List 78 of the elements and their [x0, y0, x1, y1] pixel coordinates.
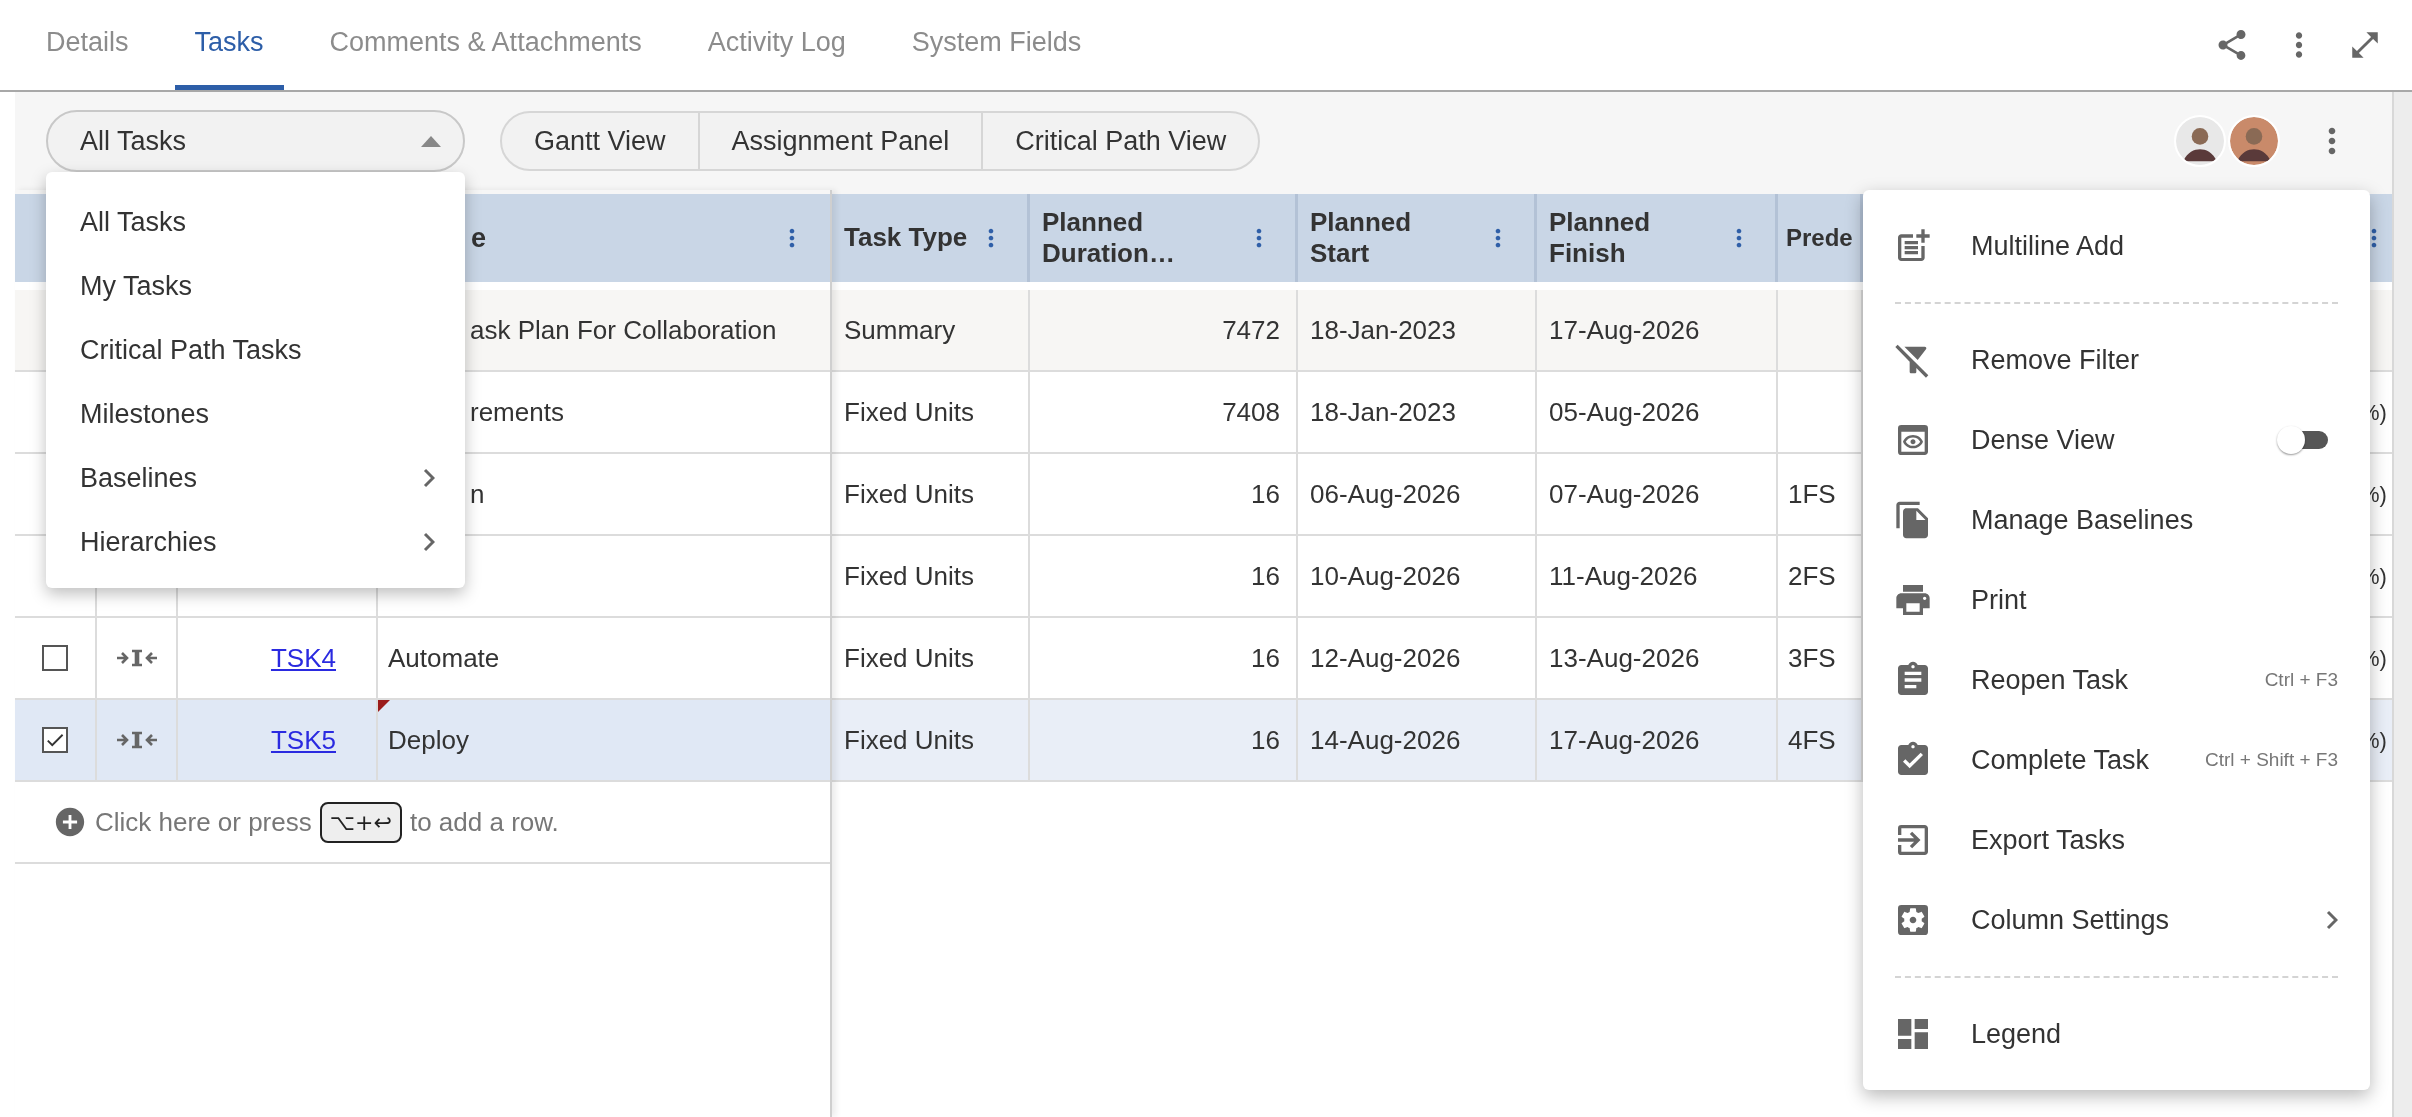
- filter-option[interactable]: Baselines: [46, 446, 465, 510]
- table-cell-text: 2FS: [1788, 559, 1836, 593]
- task-id-link[interactable]: TSK4: [270, 638, 336, 678]
- avatar[interactable]: [2228, 115, 2280, 167]
- table-cell-text: 7472: [1222, 313, 1280, 347]
- indent-outdent-icon[interactable]: [114, 730, 159, 750]
- task-name: Automate: [388, 641, 500, 675]
- shortcut-text: Ctrl + Shift + F3: [2204, 747, 2338, 772]
- filter-option[interactable]: Hierarchies: [46, 510, 465, 574]
- table-cell-text: 12-Aug-2026: [1310, 641, 1461, 675]
- menu-item[interactable]: Dense View: [1863, 400, 2370, 480]
- row-checkbox[interactable]: [42, 727, 68, 753]
- table-cell-text: 1FS: [1788, 477, 1836, 511]
- table-cell-text: Summary: [844, 313, 956, 347]
- menu-item[interactable]: Export Tasks: [1863, 800, 2370, 880]
- menu-item[interactable]: Legend: [1863, 994, 2370, 1074]
- table-cell-text: Fixed Units: [844, 723, 975, 757]
- filter-option[interactable]: Critical Path Tasks: [46, 318, 465, 382]
- shortcut-text: Ctrl + F3: [2264, 667, 2338, 692]
- chevron-right-icon: [2326, 910, 2338, 930]
- add-row-icon[interactable]: [53, 805, 87, 839]
- menu-item[interactable]: Column Settings: [1863, 880, 2370, 960]
- table-cell-text: Fixed Units: [844, 477, 975, 511]
- table-cell-text: 7408: [1222, 395, 1280, 429]
- chevron-right-icon: [423, 532, 435, 552]
- table-cell-text: Fixed Units: [844, 641, 975, 675]
- avatar[interactable]: [2174, 115, 2226, 167]
- task-name: Deploy: [388, 723, 469, 757]
- column-header: Planned Start: [1310, 206, 1413, 270]
- table-cell-text: 3FS: [1788, 641, 1836, 675]
- menu-item[interactable]: Remove Filter: [1863, 320, 2370, 400]
- menu-item[interactable]: Manage Baselines: [1863, 480, 2370, 560]
- table-cell-text: 11-Aug-2026: [1549, 559, 1698, 593]
- table-cell-text: 4FS: [1788, 723, 1836, 757]
- task-name: rements: [470, 395, 564, 429]
- menu-item[interactable]: Multiline Add: [1863, 206, 2370, 286]
- table-cell-text: 05-Aug-2026: [1549, 395, 1700, 429]
- table-cell-text: 13-Aug-2026: [1549, 641, 1700, 675]
- caret-icon: [421, 135, 441, 147]
- table-cell-text: 10-Aug-2026: [1310, 559, 1461, 593]
- add-row-text: Click here or press: [95, 805, 312, 839]
- column-header: Planned Duration…: [1042, 206, 1176, 270]
- menu-item[interactable]: Reopen Task Ctrl + F3: [1863, 640, 2370, 720]
- row-checkbox[interactable]: [42, 645, 68, 671]
- menu-item[interactable]: Complete Task Ctrl + Shift + F3: [1863, 720, 2370, 800]
- view-button[interactable]: Critical Path View: [981, 113, 1259, 169]
- filter-option[interactable]: Milestones: [46, 382, 465, 446]
- task-name: n: [470, 477, 485, 511]
- table-cell-text: 16: [1251, 477, 1280, 511]
- table-cell-text: 17-Aug-2026: [1549, 313, 1700, 347]
- table-cell-text: 18-Jan-2023: [1310, 395, 1456, 429]
- table-cell-text: Fixed Units: [844, 559, 975, 593]
- table-cell-text: 14-Aug-2026: [1310, 723, 1461, 757]
- column-header: Task Type: [844, 222, 968, 254]
- task-filter-dropdown[interactable]: All Tasks: [46, 110, 465, 172]
- task-id-link[interactable]: TSK5: [270, 720, 336, 760]
- filter-option[interactable]: My Tasks: [46, 254, 465, 318]
- scrollbar[interactable]: [2392, 92, 2412, 1117]
- table-cell-text: 07-Aug-2026: [1549, 477, 1700, 511]
- view-button[interactable]: Assignment Panel: [697, 113, 982, 169]
- table-cell-text: 18-Jan-2023: [1310, 313, 1456, 347]
- chevron-right-icon: [423, 468, 435, 488]
- indent-outdent-icon[interactable]: [114, 648, 159, 668]
- shortcut-key: ⌥+↩: [319, 801, 402, 843]
- table-cell-text: Fixed Units: [844, 395, 975, 429]
- menu-item[interactable]: Print: [1863, 560, 2370, 640]
- column-header: e: [471, 221, 488, 255]
- task-name: ask Plan For Collaboration: [470, 313, 777, 347]
- table-cell-text: 16: [1251, 641, 1280, 675]
- table-cell-text: 06-Aug-2026: [1310, 477, 1461, 511]
- view-button[interactable]: Gantt View: [502, 113, 698, 169]
- table-cell-text: 16: [1251, 559, 1280, 593]
- table-cell-text: 16: [1251, 723, 1280, 757]
- add-row-text: to add a row.: [409, 805, 559, 839]
- filter-option[interactable]: All Tasks: [46, 190, 465, 254]
- column-header: Planned Finish: [1549, 206, 1652, 270]
- table-cell-text: 17-Aug-2026: [1549, 723, 1700, 757]
- column-header: Prede: [1786, 223, 1853, 253]
